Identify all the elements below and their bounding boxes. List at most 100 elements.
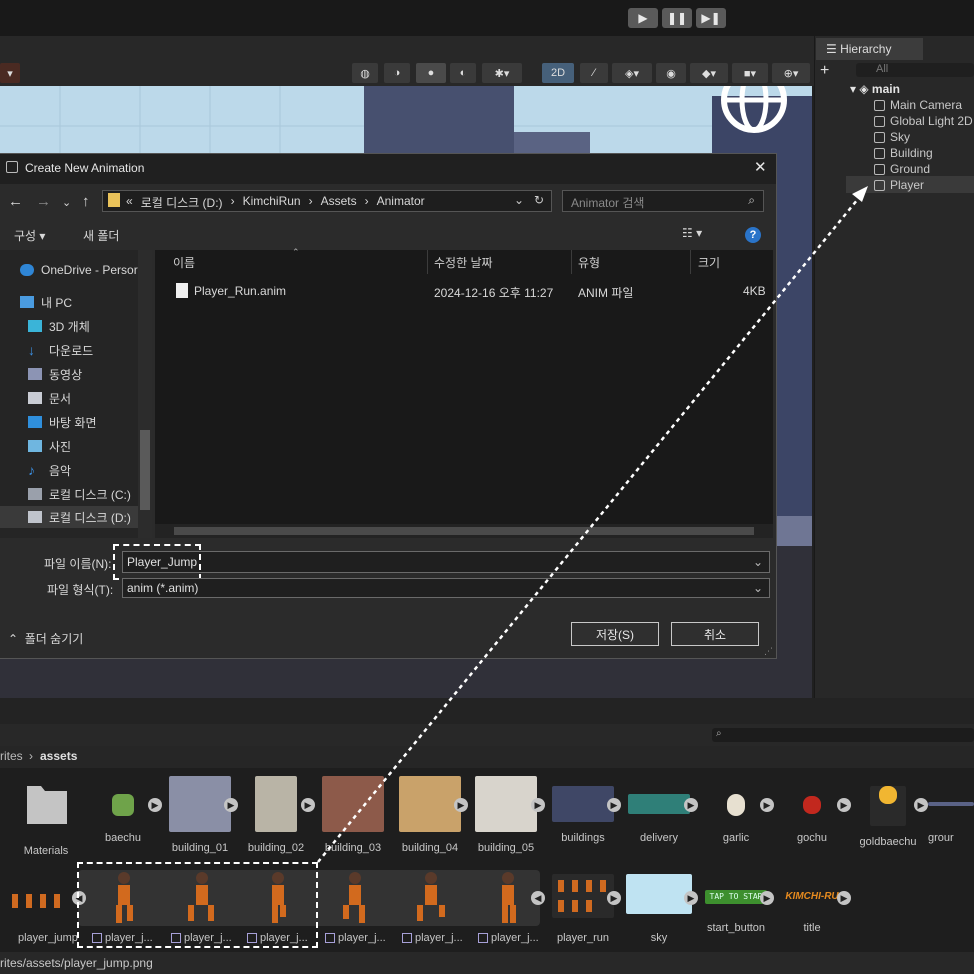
expand-arrow-icon[interactable]: ▶: [454, 798, 468, 812]
organize-menu[interactable]: 구성 ▾: [14, 227, 45, 244]
mode-2d-toggle[interactable]: 2D: [542, 63, 574, 83]
nav-onedrive[interactable]: OneDrive - Persor: [20, 260, 138, 280]
hierarchy-item-main-camera[interactable]: Main Camera: [874, 97, 962, 113]
play-button[interactable]: ▶: [628, 8, 658, 28]
address-dropdown-icon[interactable]: ⌄: [514, 193, 524, 207]
close-icon[interactable]: ✕: [754, 158, 767, 176]
resize-grip-icon[interactable]: ⋰: [764, 646, 773, 657]
column-divider[interactable]: [690, 250, 691, 274]
column-divider[interactable]: [571, 250, 572, 274]
unlit-icon[interactable]: ◐: [450, 63, 476, 83]
scene-root[interactable]: ▾ ◈ main: [850, 81, 900, 97]
expand-arrow-icon[interactable]: ▶: [837, 891, 851, 905]
asset-name-player-jump[interactable]: player_jump: [18, 932, 78, 944]
history-dropdown-icon[interactable]: ⌄: [62, 196, 71, 209]
hierarchy-search[interactable]: All: [856, 63, 974, 77]
expand-arrow-icon[interactable]: ▶: [684, 798, 698, 812]
player-jump-frame-4[interactable]: [401, 868, 461, 928]
cancel-button[interactable]: 취소: [671, 622, 759, 646]
expand-arrow-icon[interactable]: ▶: [684, 891, 698, 905]
breadcrumb-item[interactable]: 로컬 디스크 (D:): [141, 194, 223, 211]
folder-search-input[interactable]: Animator 검색 ⌕: [562, 190, 764, 212]
debug-icon[interactable]: ✱▾: [482, 63, 522, 83]
asset-building-01[interactable]: building_01: [164, 776, 236, 854]
column-size[interactable]: 크기: [698, 254, 720, 271]
nav-documents[interactable]: 문서: [28, 388, 71, 408]
breadcrumb-overflow[interactable]: «: [126, 194, 133, 211]
lighting-icon[interactable]: ⁄: [580, 63, 608, 83]
expand-arrow-icon[interactable]: ▶: [760, 891, 774, 905]
nav-music[interactable]: ♪ 음악: [28, 460, 71, 480]
add-object-button[interactable]: +: [820, 62, 829, 80]
camera-icon[interactable]: ■▾: [732, 63, 768, 83]
asset-gochu[interactable]: gochu: [776, 776, 848, 844]
expand-arrow-icon[interactable]: ▶: [914, 798, 928, 812]
expand-arrow-icon[interactable]: ▶: [301, 798, 315, 812]
hide-folders-toggle[interactable]: ⌃ 폴더 숨기기: [8, 630, 83, 647]
chevron-down-icon[interactable]: ⌄: [753, 581, 763, 595]
nav-3d-objects[interactable]: 3D 개체: [28, 316, 90, 336]
save-button[interactable]: 저장(S): [571, 622, 659, 646]
asset-title[interactable]: KIMCHI-RU title: [776, 874, 848, 934]
collapse-arrow-icon[interactable]: ◀: [531, 891, 545, 905]
hierarchy-item-building[interactable]: Building: [874, 145, 933, 161]
breadcrumb-item[interactable]: KimchiRun: [243, 194, 301, 211]
back-arrow-icon[interactable]: ←: [8, 193, 23, 210]
pause-button[interactable]: ❚❚: [662, 8, 692, 28]
filetype-select[interactable]: anim (*.anim) ⌄: [122, 578, 770, 598]
asset-building-05[interactable]: building_05: [470, 776, 542, 854]
view-options-icon[interactable]: ☷ ▾: [682, 226, 702, 240]
asset-building-03[interactable]: building_03: [317, 776, 389, 854]
expand-arrow-icon[interactable]: ▶: [531, 798, 545, 812]
visibility-icon[interactable]: ◉: [656, 63, 686, 83]
nav-drive-d[interactable]: 로컬 디스크 (D:): [28, 507, 136, 527]
step-button[interactable]: ▶❚: [696, 8, 726, 28]
refresh-icon[interactable]: ↻: [534, 193, 544, 207]
up-arrow-icon[interactable]: ↑: [82, 193, 90, 210]
wireframe-icon[interactable]: ◍: [352, 63, 378, 83]
player-jump-sheet-thumb[interactable]: [10, 888, 70, 910]
forward-arrow-icon[interactable]: →: [36, 193, 51, 210]
nav-downloads[interactable]: ↓ 다운로드: [28, 340, 93, 360]
asset-delivery[interactable]: delivery: [623, 776, 695, 844]
player-jump-frame-3[interactable]: [325, 868, 385, 928]
project-search-input[interactable]: ⌕: [712, 728, 974, 742]
asset-baechu[interactable]: baechu: [87, 776, 159, 844]
hierarchy-item-sky[interactable]: Sky: [874, 129, 910, 145]
asset-start-button[interactable]: TAP TO STAR start_button: [700, 874, 772, 934]
asset-goldbaechu[interactable]: goldbaechu: [852, 776, 924, 848]
expand-arrow-icon[interactable]: ▶: [607, 798, 621, 812]
hierarchy-tab[interactable]: ☰ Hierarchy: [816, 38, 923, 60]
new-folder-button[interactable]: 새 폴더: [83, 227, 119, 244]
nav-desktop[interactable]: 바탕 화면: [28, 412, 97, 432]
expand-arrow-icon[interactable]: ▶: [224, 798, 238, 812]
layers-icon[interactable]: ◆▾: [690, 63, 728, 83]
tool-dropdown[interactable]: ▾: [0, 63, 20, 83]
shaded-wire-icon[interactable]: ◑: [384, 63, 410, 83]
column-modified[interactable]: 수정한 날짜: [434, 254, 493, 271]
chevron-down-icon[interactable]: ⌄: [753, 555, 763, 569]
hierarchy-item-global-light[interactable]: Global Light 2D: [874, 113, 973, 129]
horizontal-scrollbar-thumb[interactable]: [174, 527, 754, 535]
expand-arrow-icon[interactable]: ▶: [607, 891, 621, 905]
hierarchy-item-ground[interactable]: Ground: [874, 161, 930, 177]
breadcrumb-assets[interactable]: assets: [40, 749, 77, 763]
nav-scrollbar-thumb[interactable]: [140, 430, 150, 510]
player-jump-frame-5[interactable]: [478, 868, 538, 928]
gizmos-icon[interactable]: ⊕▾: [772, 63, 810, 83]
shaded-icon[interactable]: ●: [416, 63, 446, 83]
asset-building-02[interactable]: building_02: [240, 776, 312, 854]
asset-player-run[interactable]: player_run: [547, 874, 619, 944]
asset-sky[interactable]: sky: [623, 874, 695, 944]
breadcrumb-item[interactable]: Assets: [321, 194, 357, 211]
file-name[interactable]: Player_Run.anim: [194, 284, 286, 298]
expand-arrow-icon[interactable]: ▶: [837, 798, 851, 812]
asset-ground[interactable]: grour: [928, 776, 974, 844]
nav-drive-c[interactable]: 로컬 디스크 (C:): [28, 484, 131, 504]
hierarchy-item-player[interactable]: Player: [874, 177, 924, 193]
expand-arrow-icon[interactable]: ▶: [148, 798, 162, 812]
help-icon[interactable]: ?: [745, 227, 761, 243]
column-name[interactable]: 이름: [173, 254, 195, 271]
nav-pictures[interactable]: 사진: [28, 436, 71, 456]
breadcrumb-item[interactable]: Animator: [377, 194, 425, 211]
